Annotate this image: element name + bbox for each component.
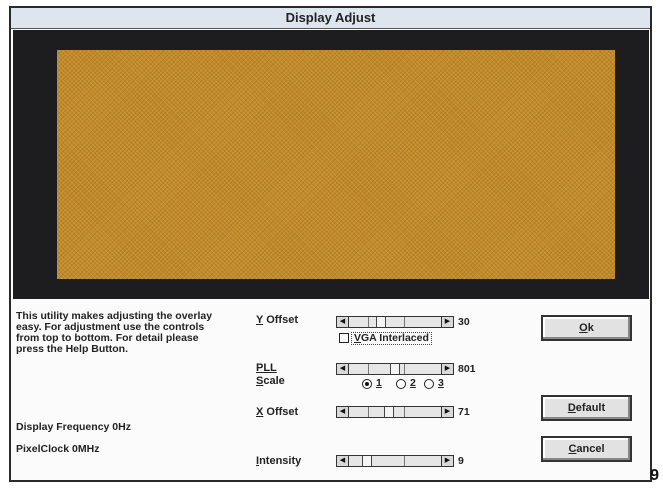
ok-button[interactable]: Ok (541, 315, 632, 341)
x-offset-label: X Offset (256, 406, 299, 418)
vga-interlaced-checkbox[interactable] (339, 333, 349, 343)
x-offset-value: 71 (458, 406, 470, 418)
scale-label: Scale (256, 375, 285, 387)
default-button[interactable]: Default (541, 395, 632, 421)
triangle-left-icon[interactable]: ◀ (337, 317, 349, 327)
y-offset-value: 30 (458, 316, 470, 328)
intensity-slider[interactable]: ◀ ▶ (336, 455, 454, 467)
slider-thumb[interactable] (390, 364, 400, 374)
slider-thumb[interactable] (384, 407, 394, 417)
page-number: 9 (650, 467, 659, 484)
triangle-left-icon[interactable]: ◀ (337, 364, 349, 374)
scale-radio-1[interactable] (362, 379, 372, 389)
display-frequency-text: Display Frequency 0Hz (16, 421, 131, 433)
overlay-preview-surface (57, 50, 615, 279)
slider-track[interactable] (350, 317, 440, 327)
cancel-button[interactable]: Cancel (541, 436, 632, 462)
slider-track[interactable] (350, 407, 440, 417)
triangle-right-icon[interactable]: ▶ (441, 364, 453, 374)
pixel-clock-text: PixelClock 0MHz (16, 443, 100, 455)
scale-radio-2[interactable] (396, 379, 406, 389)
window-title: Display Adjust (285, 10, 376, 25)
x-offset-slider[interactable]: ◀ ▶ (336, 406, 454, 418)
y-offset-label: Y Offset (256, 314, 298, 326)
vga-interlaced-label[interactable]: VGA Interlaced (351, 332, 432, 345)
pll-value: 801 (458, 363, 476, 375)
scale-radio-3[interactable] (424, 379, 434, 389)
intensity-label: Intensity (256, 455, 302, 467)
slider-track[interactable] (350, 456, 440, 466)
pll-slider[interactable]: ◀ ▶ (336, 363, 454, 375)
slider-thumb[interactable] (376, 317, 386, 327)
title-bar: Display Adjust (11, 8, 650, 29)
triangle-right-icon[interactable]: ▶ (441, 317, 453, 327)
scale-option-label[interactable]: 1 (376, 377, 382, 389)
triangle-left-icon[interactable]: ◀ (337, 407, 349, 417)
scale-option-label[interactable]: 2 (410, 377, 416, 389)
intensity-value: 9 (458, 455, 464, 467)
description-text: This utility makes adjusting the overlay… (16, 310, 213, 355)
scale-option-label[interactable]: 3 (438, 377, 444, 389)
slider-track[interactable] (350, 364, 440, 374)
pll-label: PLL (256, 362, 277, 374)
triangle-right-icon[interactable]: ▶ (441, 456, 453, 466)
triangle-right-icon[interactable]: ▶ (441, 407, 453, 417)
slider-thumb[interactable] (362, 456, 372, 466)
triangle-left-icon[interactable]: ◀ (337, 456, 349, 466)
overlay-preview-frame (13, 30, 649, 299)
y-offset-slider[interactable]: ◀ ▶ (336, 316, 454, 328)
